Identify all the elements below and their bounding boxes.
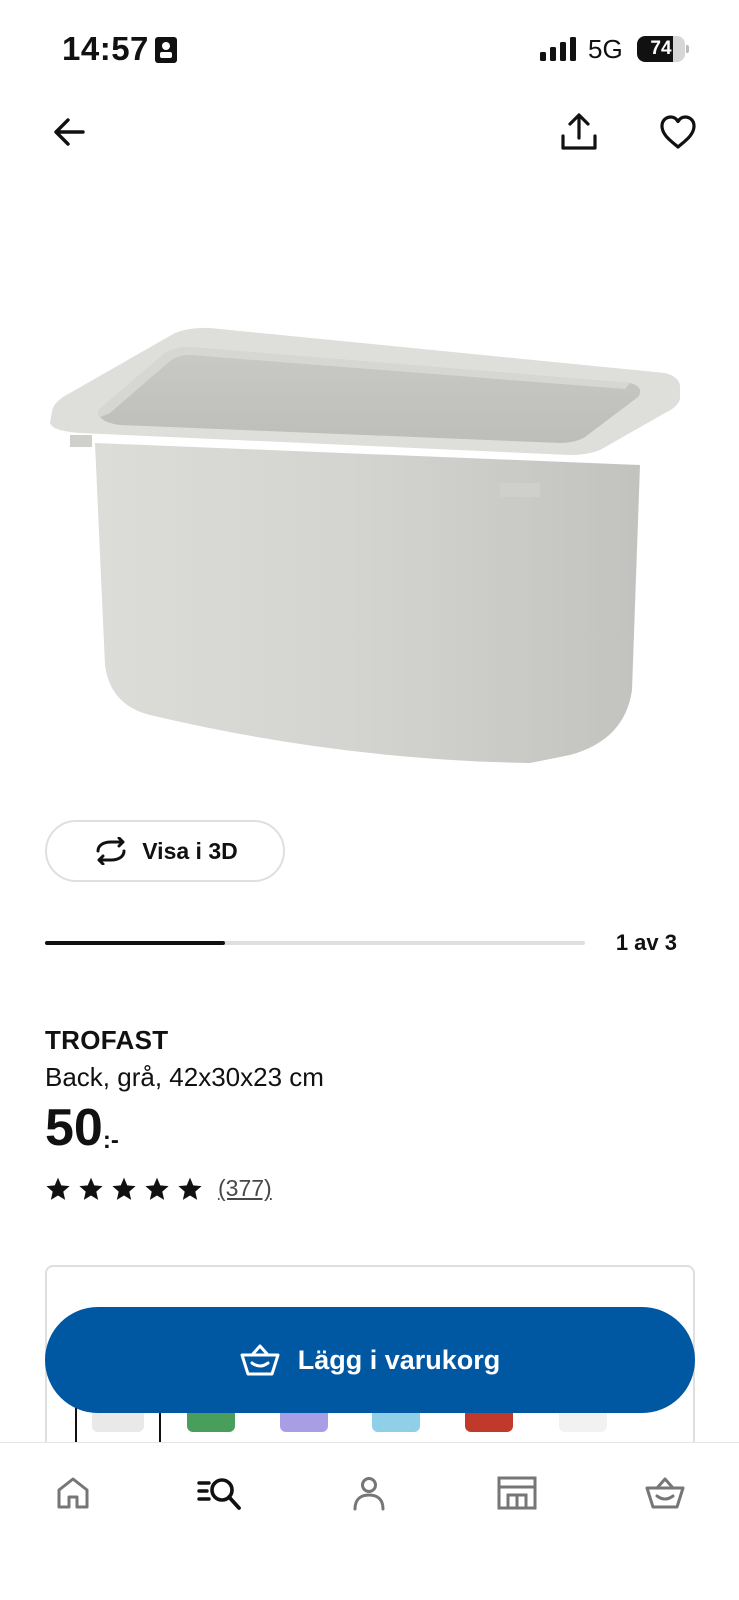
home-icon bbox=[57, 1477, 89, 1509]
star-icon bbox=[46, 1177, 70, 1200]
star-icon bbox=[178, 1177, 202, 1200]
carousel-progress-fill bbox=[45, 941, 225, 945]
tab-home[interactable] bbox=[43, 1463, 103, 1523]
tab-profile[interactable] bbox=[339, 1463, 399, 1523]
basket-icon bbox=[240, 1344, 280, 1376]
review-count-link[interactable]: (377) bbox=[218, 1175, 272, 1202]
status-time: 14:57 bbox=[62, 30, 149, 67]
heart-icon bbox=[660, 115, 696, 149]
price-value: 50 bbox=[45, 1099, 103, 1157]
add-to-cart-button[interactable]: Lägg i varukorg bbox=[45, 1307, 695, 1413]
person-icon bbox=[353, 1477, 385, 1511]
status-bar: 14:57 5G 74 bbox=[0, 0, 739, 100]
rating[interactable]: (377) bbox=[45, 1175, 272, 1202]
id-card-icon bbox=[155, 37, 177, 63]
view-3d-label: Visa i 3D bbox=[142, 837, 238, 864]
search-list-icon bbox=[197, 1478, 241, 1510]
star-icon bbox=[79, 1177, 103, 1200]
arrow-left-icon bbox=[54, 118, 85, 146]
share-icon bbox=[561, 113, 597, 150]
back-button[interactable] bbox=[42, 105, 96, 159]
star-icon bbox=[145, 1177, 169, 1200]
bottom-navigation bbox=[0, 1442, 739, 1600]
battery-indicator: 74 bbox=[637, 36, 689, 62]
battery-level: 74 bbox=[650, 38, 672, 59]
rotate-3d-icon bbox=[96, 837, 126, 865]
carousel-progress bbox=[45, 941, 585, 945]
favorite-button[interactable] bbox=[651, 105, 705, 159]
product-price: 50 :- bbox=[45, 1099, 119, 1157]
product-description: Back, grå, 42x30x23 cm bbox=[45, 1062, 324, 1092]
signal-icon bbox=[540, 37, 576, 61]
product-image[interactable] bbox=[40, 325, 700, 785]
basket-icon bbox=[645, 1477, 685, 1509]
network-label: 5G bbox=[588, 34, 623, 64]
add-to-cart-label: Lägg i varukorg bbox=[297, 1344, 501, 1375]
carousel-counter: 1 av 3 bbox=[615, 930, 677, 955]
view-3d-button[interactable]: Visa i 3D bbox=[45, 820, 285, 882]
tab-cart[interactable] bbox=[635, 1463, 695, 1523]
product-name: TROFAST bbox=[45, 1025, 169, 1055]
store-icon bbox=[497, 1476, 537, 1510]
price-suffix: :- bbox=[102, 1127, 119, 1154]
star-icon bbox=[112, 1177, 136, 1200]
tab-search[interactable] bbox=[190, 1463, 250, 1523]
tab-store[interactable] bbox=[487, 1463, 547, 1523]
share-button[interactable] bbox=[552, 105, 606, 159]
